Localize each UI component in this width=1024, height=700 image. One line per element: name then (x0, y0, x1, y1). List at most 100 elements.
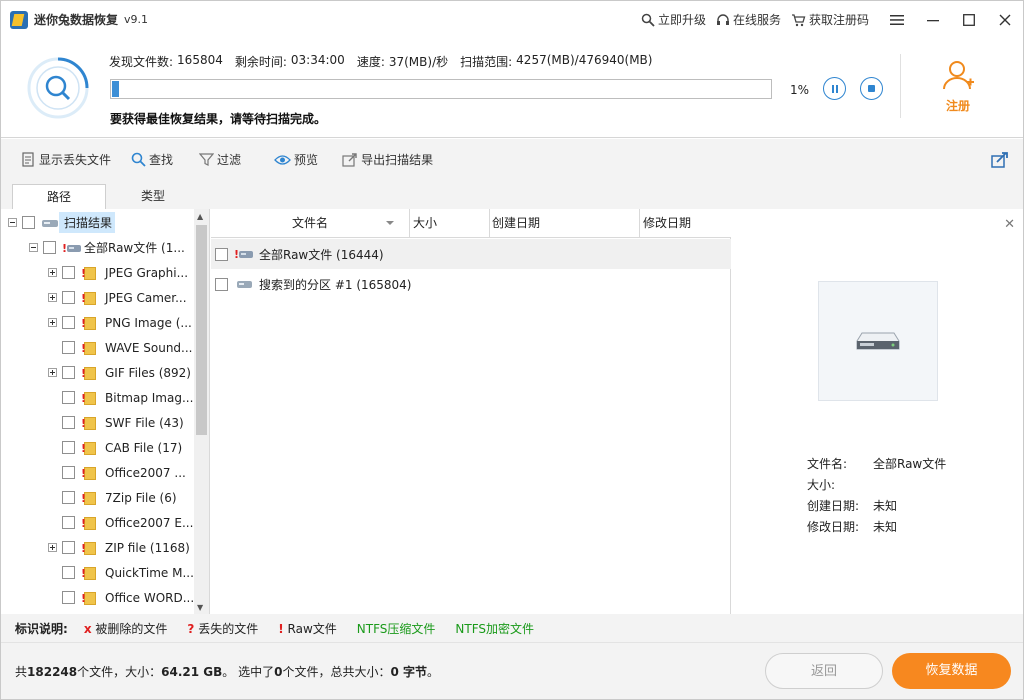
menu-button[interactable] (879, 2, 915, 38)
tree-item-row[interactable]: ! Office2007 E... (48, 510, 196, 535)
eye-icon (274, 154, 291, 165)
get-regcode-link[interactable]: 获取注册码 (791, 11, 869, 28)
preview-button[interactable]: 预览 (274, 151, 318, 168)
panel-divider (900, 54, 901, 118)
tree-checkbox[interactable] (22, 216, 35, 229)
tree-item-row[interactable]: ! GIF Files (892) (48, 360, 194, 385)
tree-item-row[interactable]: ! JPEG Camer... (48, 285, 190, 310)
expand-icon[interactable] (48, 543, 57, 552)
tree-checkbox[interactable] (62, 266, 75, 279)
legend-deleted-label: 被删除的文件 (95, 621, 168, 636)
export-results-label: 导出扫描结果 (361, 153, 434, 167)
preview-thumbnail (818, 281, 938, 401)
status-bar: 共182248个文件，大小：64.21 GB。 选中了0个文件，总共大小：0 字… (1, 642, 1023, 699)
found-label: 发现文件数: (109, 55, 174, 69)
back-button[interactable]: 返回 (765, 653, 883, 689)
tree-item-row[interactable]: ! Office2007 ... (48, 460, 189, 485)
tree-checkbox[interactable] (62, 391, 75, 404)
tree-scrollbar[interactable]: ▲ ▼ (194, 209, 209, 614)
tree-checkbox[interactable] (62, 541, 75, 554)
tree-checkbox[interactable] (62, 466, 75, 479)
expand-icon[interactable] (48, 293, 57, 302)
deleted-mark-icon: x (83, 621, 92, 636)
collapse-icon[interactable] (29, 243, 38, 252)
tree-item-label: Office2007 E... (105, 515, 194, 530)
tree-checkbox[interactable] (62, 341, 75, 354)
column-modified[interactable]: 修改日期 (640, 209, 731, 238)
tree-checkbox[interactable] (62, 291, 75, 304)
share-export-icon[interactable] (991, 151, 1009, 168)
tree-item-label: Office2007 ... (105, 465, 186, 480)
export-results-button[interactable]: 导出扫描结果 (342, 151, 433, 168)
tree-checkbox[interactable] (62, 591, 75, 604)
scroll-down-icon[interactable]: ▼ (197, 603, 203, 612)
register-button[interactable]: 注册 (932, 58, 984, 118)
online-service-link[interactable]: 在线服务 (716, 11, 781, 28)
pause-button[interactable] (823, 77, 846, 100)
tree-item-row[interactable]: ! JPEG Graphi... (48, 260, 191, 285)
scroll-up-icon[interactable]: ▲ (197, 212, 203, 221)
tab-path[interactable]: 路径 (12, 184, 106, 209)
progress-percent: 1% (790, 83, 810, 97)
stop-button[interactable] (860, 77, 883, 100)
collapse-icon[interactable] (8, 218, 17, 227)
tree-item-row[interactable]: ! Bitmap Imag... (48, 385, 196, 410)
preview-close-icon[interactable]: ✕ (1004, 217, 1015, 232)
raw-folder-icon: ! (81, 566, 97, 580)
tree-checkbox[interactable] (62, 441, 75, 454)
tree-checkbox[interactable] (62, 416, 75, 429)
show-lost-files-button[interactable]: 显示丢失文件 (21, 151, 111, 168)
user-add-icon (943, 61, 974, 90)
hamburger-icon (890, 14, 904, 25)
minimize-button[interactable] (915, 2, 951, 38)
expand-icon[interactable] (48, 268, 57, 277)
tree-checkbox[interactable] (62, 316, 75, 329)
raw-folder-icon: ! (81, 316, 97, 330)
tree-checkbox[interactable] (62, 516, 75, 529)
file-list-header: 文件名 大小 创建日期 修改日期 (211, 209, 731, 238)
tree-checkbox[interactable] (62, 566, 75, 579)
close-button[interactable] (987, 2, 1023, 38)
tree-raw-row[interactable]: ! 全部Raw文件 (1... (29, 235, 188, 260)
maximize-button[interactable] (951, 2, 987, 38)
column-created[interactable]: 创建日期 (490, 209, 640, 238)
tree-item-row[interactable]: ! PNG Image (... (48, 310, 195, 335)
app-title: 迷你兔数据恢复 (34, 13, 119, 27)
tree-item-row[interactable]: ! Office WORD... (48, 585, 197, 610)
expand-icon[interactable] (48, 318, 57, 327)
tree-item-row[interactable]: ! SWF File (43) (48, 410, 187, 435)
tree-item-row[interactable]: ! CAB File (17) (48, 435, 185, 460)
preview-modified-label: 修改日期: (807, 520, 860, 534)
drive-icon (42, 219, 58, 227)
tree-panel: 扫描结果 ! 全部Raw文件 (1... ! JPEG Graphi...! JPE… (1, 209, 210, 614)
tree-item-row[interactable]: ! WAVE Sound... (48, 335, 196, 360)
scrollbar-thumb[interactable] (196, 225, 207, 435)
tree-root-row[interactable]: 扫描结果 (8, 210, 116, 235)
file-row[interactable]: 搜索到的分区 #1 (165804) (211, 269, 731, 299)
tree-item-row[interactable]: ! QuickTime M... (48, 560, 197, 585)
tree-checkbox[interactable] (62, 491, 75, 504)
upgrade-link[interactable]: 立即升级 (641, 11, 706, 28)
find-button[interactable]: 查找 (131, 151, 173, 168)
preview-info: 文件名: 全部Raw文件 大小: 创建日期: 未知 修改日期: 未知 (807, 454, 946, 538)
legend-title: 标识说明: (15, 621, 68, 636)
raw-folder-icon: ! (81, 391, 97, 405)
file-row[interactable]: ! 全部Raw文件 (16444) (211, 239, 731, 269)
tab-type[interactable]: 类型 (106, 184, 200, 209)
tree-checkbox[interactable] (62, 366, 75, 379)
scan-ring-icon (27, 57, 89, 119)
file-checkbox[interactable] (215, 277, 228, 291)
column-size[interactable]: 大小 (410, 209, 490, 238)
column-name[interactable]: 文件名 (211, 209, 410, 238)
recover-button[interactable]: 恢复数据 (892, 653, 1011, 689)
tree-item-row[interactable]: ! 7Zip File (6) (48, 485, 180, 510)
scan-stats: 发现文件数: 165804 剩余时间: 03:34:00 速度: 37(MB)/… (109, 53, 664, 70)
tree-item-row[interactable]: ! ZIP file (1168) (48, 535, 193, 560)
raw-mark-icon: ! (278, 621, 284, 636)
file-checkbox[interactable] (215, 247, 228, 261)
filter-button[interactable]: 过滤 (199, 151, 241, 168)
expand-icon[interactable] (48, 368, 57, 377)
tree-checkbox[interactable] (43, 241, 56, 254)
legend-bar: 标识说明: x 被删除的文件 ? 丢失的文件 ! Raw文件 NTFS压缩文件 … (1, 614, 1023, 642)
tree-item-label: Bitmap Imag... (105, 390, 194, 405)
